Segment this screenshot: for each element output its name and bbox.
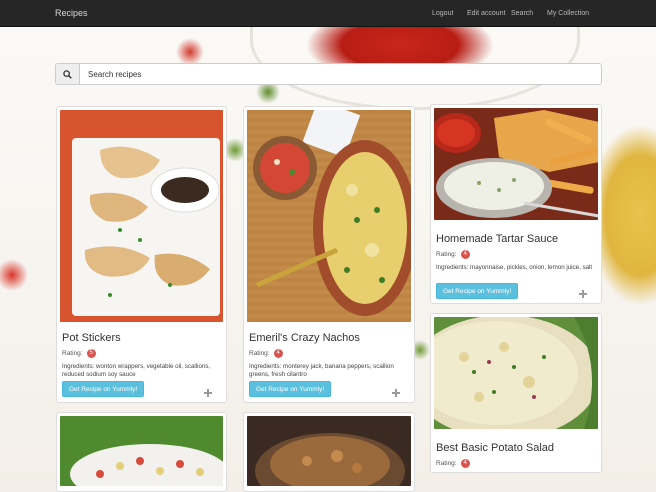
- recipe-image: [434, 108, 598, 220]
- recipe-rating: Rating: 5: [62, 349, 96, 358]
- nav-edit-account[interactable]: Edit account: [467, 0, 506, 27]
- rating-label: Rating:: [62, 350, 83, 358]
- recipe-card: Pot Stickers Rating: 5 Ingredients: wonto…: [56, 106, 227, 403]
- recipe-card: [243, 412, 415, 492]
- search-button[interactable]: [56, 64, 80, 84]
- rating-label: Rating:: [436, 251, 457, 259]
- recipe-ingredients: Ingredients: wonton wrappers, vegetable …: [62, 363, 211, 378]
- search-bar: [55, 63, 602, 85]
- rating-badge: 4: [273, 349, 283, 358]
- recipe-rating: Rating: 4: [249, 349, 283, 358]
- top-navbar: Recipes Logout Edit account Search My Co…: [0, 0, 656, 27]
- rating-badge: 4: [460, 459, 470, 468]
- rating-label: Rating:: [249, 350, 270, 358]
- search-icon: [63, 69, 72, 79]
- add-to-collection-icon[interactable]: [204, 389, 212, 397]
- recipe-image: [434, 317, 598, 429]
- add-to-collection-icon[interactable]: [579, 290, 587, 298]
- get-recipe-button[interactable]: Get Recipe on Yummly!: [436, 283, 519, 299]
- recipe-card: Best Basic Potato Salad Rating: 4: [430, 313, 602, 473]
- recipe-card: Homemade Tartar Sauce Rating: 4 Ingredien…: [430, 104, 602, 304]
- recipe-image: [247, 110, 411, 322]
- recipe-title: Emeril's Crazy Nachos: [249, 332, 360, 344]
- recipe-title: Pot Stickers: [62, 332, 121, 344]
- recipe-card: [56, 412, 227, 492]
- recipe-title: Homemade Tartar Sauce: [436, 233, 559, 245]
- recipe-image: [60, 416, 223, 486]
- recipe-ingredients: Ingredients: mayonnaise, pickles, onion,…: [436, 264, 593, 271]
- recipe-ingredients: Ingredients: monterey jack, banana peppe…: [249, 363, 394, 378]
- brand-link[interactable]: Recipes: [55, 0, 88, 27]
- rating-label: Rating:: [436, 460, 457, 468]
- get-recipe-button[interactable]: Get Recipe on Yummly!: [62, 381, 145, 397]
- add-to-collection-icon[interactable]: [392, 389, 400, 397]
- recipe-rating: Rating: 4: [436, 459, 470, 468]
- get-recipe-button[interactable]: Get Recipe on Yummly!: [249, 381, 332, 397]
- recipe-image: [60, 110, 223, 322]
- nav-logout[interactable]: Logout: [432, 0, 453, 27]
- search-input[interactable]: [80, 64, 601, 84]
- recipe-rating: Rating: 4: [436, 250, 470, 259]
- rating-badge: 5: [86, 349, 96, 358]
- recipe-title: Best Basic Potato Salad: [436, 442, 555, 454]
- rating-badge: 4: [460, 250, 470, 259]
- nav-search[interactable]: Search: [511, 0, 533, 27]
- nav-my-collection[interactable]: My Collection: [547, 0, 589, 27]
- recipe-card: Emeril's Crazy Nachos Rating: 4 Ingredien…: [243, 106, 415, 403]
- recipe-image: [247, 416, 411, 486]
